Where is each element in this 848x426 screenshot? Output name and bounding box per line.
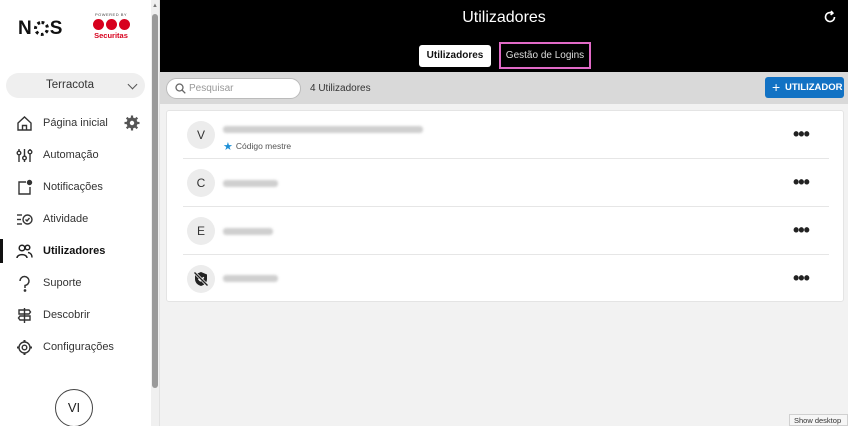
more-options-icon[interactable]: •••: [793, 268, 810, 289]
user-avatar-initial: C: [187, 169, 215, 197]
shield-off-icon: [193, 271, 209, 287]
refresh-icon[interactable]: [823, 10, 837, 24]
main-content: V ★ Código mestre ••• C ••• E ••• •••: [160, 104, 848, 426]
securitas-logo: POWERED BY Securitas: [90, 12, 132, 40]
sidebar-item-activity[interactable]: Atividade: [0, 204, 150, 234]
sidebar-item-label: Notificações: [43, 181, 103, 193]
sidebar-item-label: Suporte: [43, 277, 82, 289]
plus-icon: +: [772, 79, 781, 95]
activity-icon: [17, 214, 33, 225]
sliders-icon: [16, 149, 33, 162]
sidebar-item-label: Página inicial: [43, 117, 108, 129]
redacted-user-name: [223, 180, 278, 187]
more-options-icon[interactable]: •••: [793, 124, 810, 145]
redacted-user-name: [223, 228, 273, 235]
sidebar-item-label: Configurações: [43, 341, 114, 353]
powered-by-text: POWERED BY: [94, 12, 128, 17]
user-avatar-disabled: [187, 265, 215, 293]
sidebar-item-notifications[interactable]: Notificações: [0, 172, 150, 202]
list-item[interactable]: C •••: [183, 159, 829, 207]
tab-login-management[interactable]: Gestão de Logins: [499, 42, 591, 69]
sidebar-item-support[interactable]: Suporte: [0, 268, 150, 298]
home-icon: [17, 116, 32, 131]
redacted-user-name: [223, 275, 278, 282]
list-item[interactable]: •••: [183, 255, 829, 303]
sidebar-item-discover[interactable]: Descobrir: [0, 300, 150, 330]
sidebar-item-home[interactable]: Página inicial: [0, 108, 150, 138]
users-list: V ★ Código mestre ••• C ••• E ••• •••: [166, 110, 844, 302]
sidebar-item-automation[interactable]: Automação: [0, 140, 150, 170]
location-selector[interactable]: Terracota: [6, 73, 145, 98]
signpost-icon: [17, 308, 32, 323]
sidebar-item-label: Automação: [43, 149, 99, 161]
scroll-up-arrow-icon[interactable]: ▲: [151, 2, 159, 10]
page-title: Utilizadores: [462, 9, 546, 26]
search-placeholder: Pesquisar: [189, 83, 234, 94]
header-bar: Utilizadores Utilizadores Gestão de Logi…: [160, 0, 848, 72]
user-count: 4 Utilizadores: [310, 83, 371, 94]
settings-gear-icon[interactable]: [124, 115, 140, 131]
sidebar-item-label: Atividade: [43, 213, 89, 225]
user-avatar-initial: V: [187, 121, 215, 149]
show-desktop-button[interactable]: Show desktop: [789, 414, 848, 426]
add-user-label: UTILIZADOR: [785, 82, 843, 93]
notification-icon: [18, 179, 33, 195]
star-icon: ★: [223, 141, 233, 153]
scroll-thumb[interactable]: [152, 14, 158, 388]
sidebar: NS POWERED BY Securitas Terracota Página…: [0, 0, 160, 426]
sidebar-item-settings[interactable]: Configurações: [0, 332, 150, 362]
tab-users[interactable]: Utilizadores: [419, 45, 491, 67]
master-code-text: Código mestre: [235, 141, 292, 151]
brand-logos: NS POWERED BY Securitas: [0, 0, 150, 56]
users-toolbar: Pesquisar 4 Utilizadores + UTILIZADOR: [160, 72, 848, 104]
location-label: Terracota: [46, 79, 94, 91]
list-item[interactable]: V ★ Código mestre •••: [183, 111, 829, 159]
sidebar-scrollbar[interactable]: ▲: [151, 0, 159, 426]
redacted-user-name: [223, 126, 423, 133]
users-icon: [16, 244, 33, 259]
sidebar-item-label: Utilizadores: [43, 245, 106, 257]
search-input[interactable]: Pesquisar: [166, 78, 301, 99]
securitas-text: Securitas: [94, 31, 128, 40]
sidebar-item-users[interactable]: Utilizadores: [0, 236, 150, 266]
support-icon: [19, 275, 30, 292]
more-options-icon[interactable]: •••: [793, 220, 810, 241]
list-item[interactable]: E •••: [183, 207, 829, 255]
search-icon: [175, 83, 186, 94]
user-avatar[interactable]: VI: [55, 389, 93, 426]
sidebar-item-label: Descobrir: [43, 309, 91, 321]
nos-logo: NS: [18, 18, 64, 39]
user-avatar-initial: E: [187, 217, 215, 245]
more-options-icon[interactable]: •••: [793, 172, 810, 193]
master-code-label: ★ Código mestre: [223, 140, 291, 153]
add-user-button[interactable]: + UTILIZADOR: [765, 77, 844, 98]
gear-icon: [17, 340, 32, 355]
